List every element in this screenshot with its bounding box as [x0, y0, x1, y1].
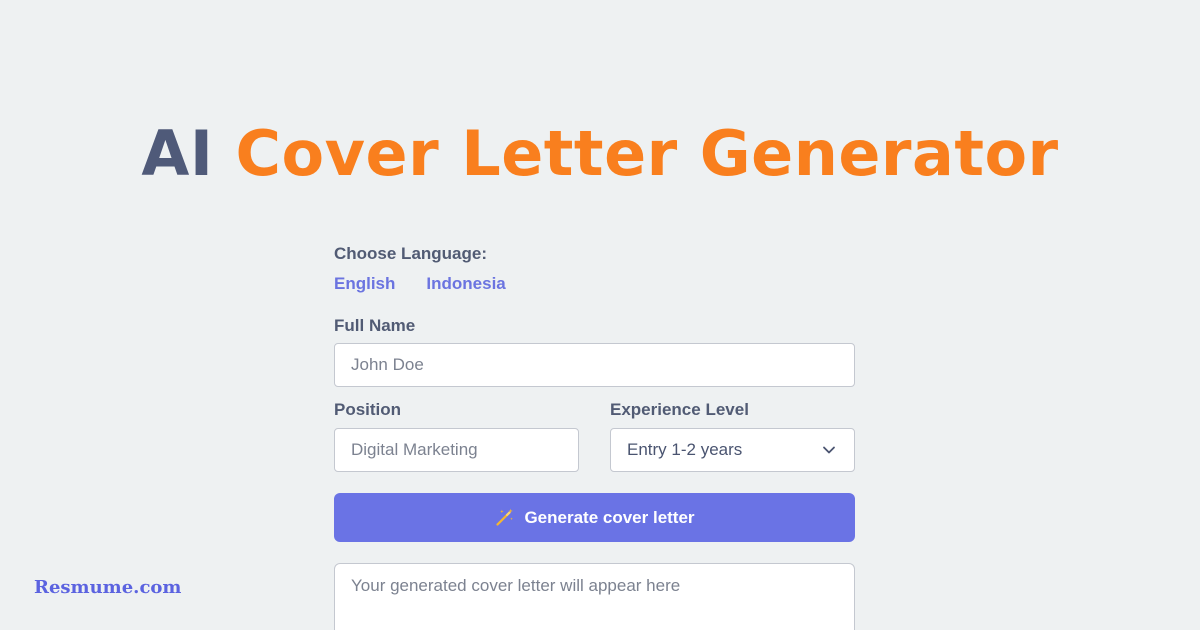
title-ai: AI [141, 117, 214, 190]
generate-button-label: Generate cover letter [524, 507, 695, 527]
full-name-group: Full Name [334, 316, 855, 387]
cover-letter-output[interactable] [334, 563, 855, 630]
language-option-english[interactable]: English [334, 274, 395, 294]
magic-wand-icon [496, 508, 514, 526]
experience-label: Experience Level [610, 400, 749, 419]
full-name-label: Full Name [334, 316, 416, 335]
position-group: Position [334, 400, 579, 472]
experience-selected-value: Entry 1-2 years [627, 440, 743, 459]
position-input[interactable] [334, 428, 579, 472]
title-accent: Cover Letter Generator [235, 117, 1059, 190]
page: AI Cover Letter Generator Choose Languag… [0, 0, 1200, 630]
experience-select[interactable]: Entry 1-2 years [610, 428, 855, 472]
page-title: AI Cover Letter Generator [0, 118, 1200, 190]
cover-letter-form: Choose Language: English Indonesia Full … [334, 244, 855, 630]
language-option-indonesia[interactable]: Indonesia [426, 274, 505, 294]
full-name-input[interactable] [334, 343, 855, 387]
language-options: English Indonesia [334, 274, 855, 294]
position-experience-row: Position Experience Level Entry 1-2 year… [334, 400, 855, 472]
brand-logo-text: Resmume.com [34, 577, 182, 598]
position-label: Position [334, 400, 402, 419]
experience-group: Experience Level Entry 1-2 years [610, 400, 855, 472]
language-label: Choose Language: [334, 244, 488, 263]
chevron-down-icon [823, 446, 835, 454]
generate-cover-letter-button[interactable]: Generate cover letter [334, 493, 855, 542]
